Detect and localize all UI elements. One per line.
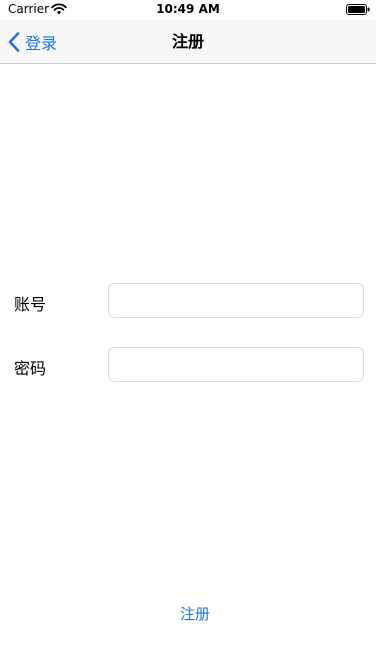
register-button[interactable]: 注册 [160,598,230,628]
account-label: 账号 [14,295,47,314]
password-field[interactable] [108,347,364,382]
password-label: 密码 [14,359,47,378]
account-field[interactable] [108,283,364,318]
status-time: 10:49 AM [156,2,220,16]
navigation-bar: 登录 注册 [0,20,376,64]
battery-icon [346,4,370,15]
register-screen: Carrier 10:49 AM 登录 注册 账号 密码 注册 [0,0,376,666]
nav-title: 注册 [171,32,204,51]
status-bar: Carrier 10:49 AM [0,0,376,20]
